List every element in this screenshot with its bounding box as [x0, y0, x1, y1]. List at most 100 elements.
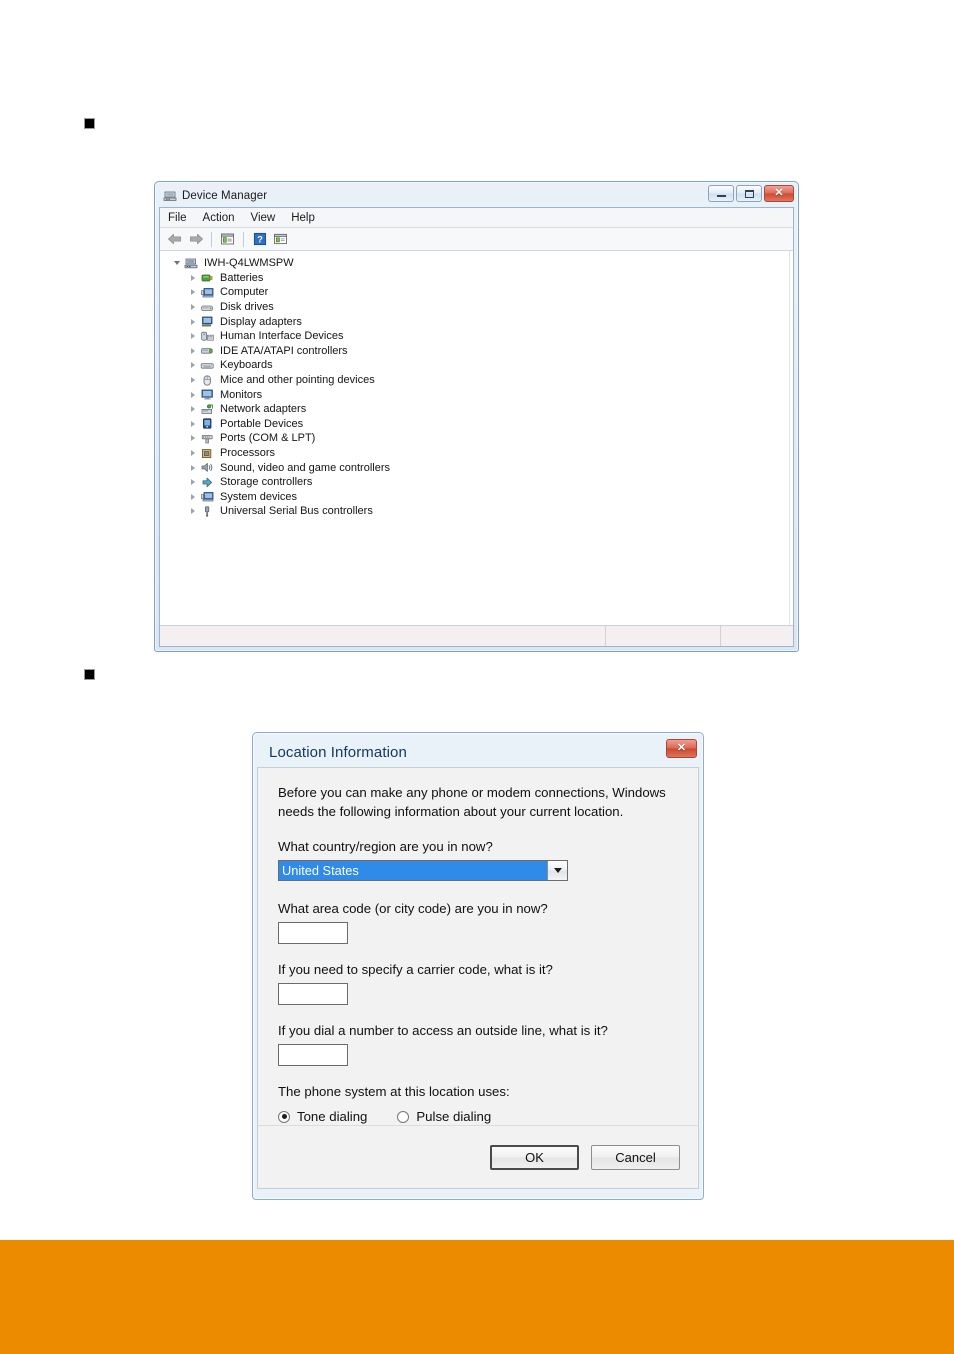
- area-code-input[interactable]: [278, 922, 348, 945]
- tree-item-label: IDE ATA/ATAPI controllers: [220, 344, 348, 357]
- tree-item-display-adapters[interactable]: Display adapters: [170, 314, 789, 329]
- tree-item-system-devices[interactable]: System devices: [170, 490, 789, 505]
- chevron-right-icon[interactable]: [188, 433, 198, 443]
- svg-text:?: ?: [257, 234, 263, 245]
- tree-root-node[interactable]: IWH-Q4LWMSPW: [170, 256, 789, 271]
- location-dialog-close-button[interactable]: ✕: [666, 739, 697, 758]
- computer-icon: [200, 286, 215, 299]
- device-tree[interactable]: IWH-Q4LWMSPW Batteries Computer Disk dri…: [160, 251, 789, 625]
- window-controls: ✕: [708, 185, 794, 202]
- display-adapter-icon: [200, 315, 215, 328]
- maximize-icon: [744, 189, 754, 198]
- radio-unselected-icon: [397, 1110, 410, 1123]
- tree-item-label: Display adapters: [220, 315, 302, 328]
- pulse-dialing-radio[interactable]: Pulse dialing: [397, 1109, 491, 1124]
- tree-item-keyboards[interactable]: Keyboards: [170, 358, 789, 373]
- country-select[interactable]: United States: [278, 860, 568, 882]
- device-manager-client: File Action View Help ? IWH-Q4LWMSPW Bat…: [159, 207, 794, 647]
- outside-line-input[interactable]: [278, 1044, 348, 1067]
- usb-controller-icon: [200, 505, 215, 518]
- chevron-right-icon[interactable]: [188, 375, 198, 385]
- menu-item-action[interactable]: Action: [203, 212, 235, 224]
- disk-drive-icon: [200, 301, 215, 314]
- chevron-right-icon[interactable]: [188, 273, 198, 283]
- minimize-icon: [716, 195, 726, 197]
- tree-item-label: Monitors: [220, 388, 263, 401]
- location-dialog-titlebar[interactable]: Location Information ✕: [257, 737, 699, 767]
- ok-button[interactable]: OK: [490, 1144, 579, 1170]
- tree-item-sound-controllers[interactable]: Sound, video and game controllers: [170, 460, 789, 475]
- menu-item-help[interactable]: Help: [291, 212, 315, 224]
- chevron-right-icon[interactable]: [188, 331, 198, 341]
- tree-item-storage-controllers[interactable]: Storage controllers: [170, 475, 789, 490]
- section-bullet-2: [84, 669, 95, 680]
- cancel-button[interactable]: Cancel: [591, 1144, 680, 1170]
- menu-item-view[interactable]: View: [251, 212, 276, 224]
- chevron-down-icon[interactable]: [547, 861, 567, 881]
- chevron-right-icon[interactable]: [188, 360, 198, 370]
- carrier-code-label: If you need to specify a carrier code, w…: [278, 962, 553, 978]
- toolbar-separator-1: [211, 231, 212, 247]
- tree-item-label: Computer: [220, 286, 269, 299]
- chevron-right-icon[interactable]: [188, 302, 198, 312]
- chevron-right-icon[interactable]: [188, 419, 198, 429]
- chevron-right-icon[interactable]: [188, 317, 198, 327]
- tree-item-network-adapters[interactable]: Network adapters: [170, 402, 789, 417]
- close-icon: ✕: [774, 187, 784, 199]
- tree-item-usb-controllers[interactable]: Universal Serial Bus controllers: [170, 504, 789, 519]
- status-bar: [160, 625, 793, 646]
- chevron-right-icon[interactable]: [188, 390, 198, 400]
- pulse-dialing-label: Pulse dialing: [416, 1109, 492, 1125]
- minimize-button[interactable]: [708, 185, 734, 202]
- menu-item-file[interactable]: File: [168, 212, 187, 224]
- chevron-right-icon[interactable]: [188, 404, 198, 414]
- footer-band: [0, 1240, 954, 1354]
- forward-arrow-icon[interactable]: [187, 231, 204, 248]
- phone-system-label: The phone system at this location uses:: [278, 1084, 510, 1100]
- carrier-code-input[interactable]: [278, 983, 348, 1006]
- storage-controller-icon: [200, 476, 215, 489]
- chevron-right-icon[interactable]: [188, 492, 198, 502]
- portable-device-icon: [200, 417, 215, 430]
- chevron-right-icon[interactable]: [188, 448, 198, 458]
- tone-dialing-radio[interactable]: Tone dialing: [278, 1109, 367, 1124]
- chevron-right-icon[interactable]: [188, 506, 198, 516]
- country-label: What country/region are you in now?: [278, 839, 493, 855]
- sound-controller-icon: [200, 461, 215, 474]
- show-hidden-devices-icon[interactable]: [272, 231, 289, 248]
- back-arrow-icon[interactable]: [166, 231, 183, 248]
- tree-item-portable-devices[interactable]: Portable Devices: [170, 417, 789, 432]
- tree-item-label: Sound, video and game controllers: [220, 461, 390, 474]
- chevron-down-icon[interactable]: [172, 258, 182, 268]
- tree-item-label: Portable Devices: [220, 417, 304, 430]
- chevron-right-icon[interactable]: [188, 463, 198, 473]
- chevron-right-icon[interactable]: [188, 346, 198, 356]
- mouse-icon: [200, 374, 215, 387]
- device-manager-titlebar[interactable]: Device Manager ✕: [158, 185, 795, 206]
- maximize-button[interactable]: [736, 185, 762, 202]
- close-button[interactable]: ✕: [764, 185, 794, 202]
- section-bullet-1: [84, 118, 95, 129]
- chevron-right-icon[interactable]: [188, 287, 198, 297]
- properties-icon[interactable]: [219, 231, 236, 248]
- chevron-right-icon[interactable]: [188, 477, 198, 487]
- tree-item-label: Disk drives: [220, 301, 274, 314]
- ide-controller-icon: [200, 344, 215, 357]
- help-icon[interactable]: ?: [251, 231, 268, 248]
- ports-icon: [200, 432, 215, 445]
- device-manager-title: Device Manager: [182, 189, 268, 202]
- toolbar-separator-2: [243, 231, 244, 247]
- tree-item-monitors[interactable]: Monitors: [170, 387, 789, 402]
- tone-dialing-label: Tone dialing: [297, 1109, 368, 1125]
- area-code-label: What area code (or city code) are you in…: [278, 901, 548, 917]
- device-manager-window: Device Manager ✕ File Action View Help ?…: [154, 181, 799, 652]
- tree-item-computer[interactable]: Computer: [170, 285, 789, 300]
- tree-item-mice[interactable]: Mice and other pointing devices: [170, 373, 789, 388]
- tree-item-processors[interactable]: Processors: [170, 446, 789, 461]
- tree-item-disk-drives[interactable]: Disk drives: [170, 300, 789, 315]
- tree-item-batteries[interactable]: Batteries: [170, 271, 789, 286]
- tree-item-ide-controllers[interactable]: IDE ATA/ATAPI controllers: [170, 344, 789, 359]
- tree-item-human-interface-devices[interactable]: Human Interface Devices: [170, 329, 789, 344]
- tree-scroll-divider[interactable]: [789, 251, 793, 625]
- tree-item-ports[interactable]: Ports (COM & LPT): [170, 431, 789, 446]
